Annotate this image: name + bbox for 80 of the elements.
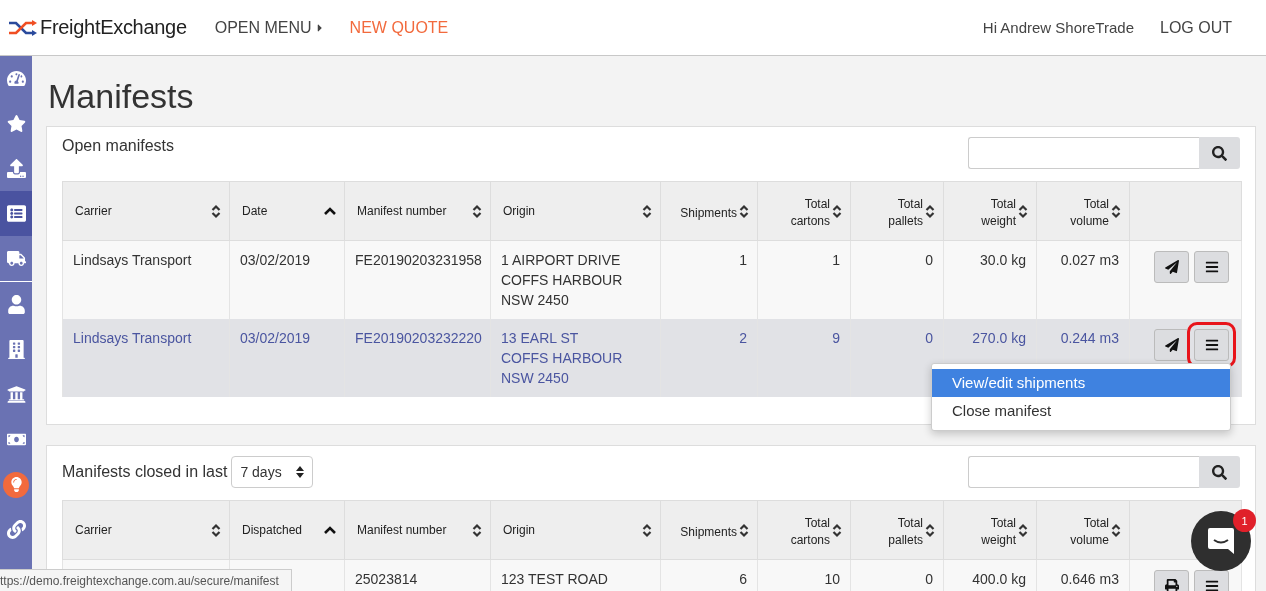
menu-item[interactable]: View/edit shipments bbox=[932, 369, 1230, 397]
table-cell-text: 0.244 m3 bbox=[1059, 329, 1119, 348]
table-cell-text: 0 bbox=[924, 251, 933, 270]
lightbulb-icon bbox=[8, 477, 24, 492]
printer-icon bbox=[1164, 579, 1179, 591]
menu-icon bbox=[1204, 338, 1219, 352]
paper-plane-icon bbox=[1164, 338, 1179, 352]
logo-icon bbox=[8, 19, 38, 36]
table-cell-text: 123 TEST ROAD bbox=[501, 570, 609, 589]
search-field[interactable] bbox=[968, 137, 1199, 169]
page-title: Manifests bbox=[48, 76, 195, 116]
logo-text[interactable]: FreightExchange bbox=[40, 16, 187, 39]
dashboard-icon bbox=[6, 69, 26, 88]
menu-icon bbox=[1204, 579, 1219, 591]
menu-button[interactable] bbox=[1194, 251, 1229, 283]
table-cell-text: NSW 2450 bbox=[501, 369, 570, 388]
spinner-icon bbox=[295, 465, 304, 479]
table-cell-text: 03/02/2019 bbox=[240, 329, 312, 348]
table-cell-text: COFFS HARBOUR bbox=[501, 349, 624, 368]
search-button[interactable] bbox=[1199, 137, 1240, 169]
nav-link[interactable]: OPEN MENU bbox=[214, 18, 326, 37]
search-field[interactable] bbox=[968, 456, 1199, 488]
table-cell-text: 400.0 kg bbox=[971, 570, 1026, 589]
search-icon bbox=[1212, 145, 1227, 161]
truck-icon bbox=[6, 249, 26, 268]
column-header[interactable]: Shipments bbox=[680, 204, 737, 222]
greeting-text: Hi Andrew ShoreTrade bbox=[982, 19, 1134, 36]
table-cell-text: 1 AIRPORT DRIVE bbox=[501, 251, 622, 270]
table-cell-text: 1 bbox=[738, 251, 747, 270]
search-icon bbox=[1212, 464, 1227, 480]
table-cell-text: 0 bbox=[924, 329, 933, 348]
table-cell-text: 0.646 m3 bbox=[1059, 570, 1119, 589]
paper-plane-icon bbox=[1164, 260, 1179, 274]
table-cell-text: 0.027 m3 bbox=[1059, 251, 1119, 270]
table-cell-text: 2 bbox=[738, 329, 747, 348]
column-header[interactable]: Date bbox=[242, 202, 268, 220]
table-cell-text: FE20190203232220 bbox=[355, 329, 480, 348]
column-header[interactable]: Manifest number bbox=[357, 521, 447, 539]
table-cell-text: 10 bbox=[823, 570, 840, 589]
table-cell-text: Lindsays Transport bbox=[73, 329, 193, 348]
list-icon bbox=[6, 204, 26, 223]
column-header[interactable]: Carrier bbox=[75, 202, 112, 220]
table-cell-text: 30.0 kg bbox=[979, 251, 1026, 270]
table-cell-text: 13 EARL ST bbox=[501, 329, 580, 348]
column-header[interactable]: Origin bbox=[503, 202, 535, 220]
menu-item[interactable]: Close manifest bbox=[932, 397, 1230, 425]
star-icon bbox=[6, 114, 26, 133]
link-icon bbox=[6, 520, 26, 539]
chat-icon bbox=[1207, 527, 1235, 555]
user-icon bbox=[6, 295, 26, 314]
column-header[interactable]: Carrier bbox=[75, 521, 112, 539]
table-cell-text: 1 bbox=[831, 251, 840, 270]
table-cell-text: FE20190203231958 bbox=[355, 251, 480, 270]
search-button[interactable] bbox=[1199, 456, 1240, 488]
column-header[interactable]: Manifest number bbox=[357, 202, 447, 220]
table-cell-text: 0 bbox=[924, 570, 933, 589]
panel-title: Manifests closed in last bbox=[62, 463, 228, 481]
table-cell-text: Lindsays Transport bbox=[73, 251, 193, 270]
table-cell-text: 6 bbox=[738, 570, 747, 589]
table-cell-text: 03/02/2019 bbox=[240, 251, 312, 270]
sidebar-item[interactable] bbox=[0, 191, 32, 236]
menu-icon bbox=[1204, 260, 1219, 274]
table-cell-text: 25023814 bbox=[355, 570, 419, 589]
upload-icon bbox=[6, 159, 26, 178]
column-header[interactable]: Dispatched bbox=[242, 521, 303, 539]
table-row[interactable]: Lindsays Transport 03/02/2019 FE20190203231958 1 AIRPORT DRIVE COFFS HARBOUR NSW 2450 1 1 0 30.0 kg 0.027 m3 bbox=[62, 240, 1242, 319]
table-cell-text: 9 bbox=[831, 329, 840, 348]
status-url: ttps://demo.freightexchange.com.au/secure/manifest bbox=[0, 569, 292, 591]
table-cell-text: COFFS HARBOUR bbox=[501, 271, 624, 290]
column-header[interactable]: Origin bbox=[503, 521, 535, 539]
bank-icon bbox=[6, 385, 26, 404]
send-button[interactable] bbox=[1154, 251, 1189, 283]
column-header[interactable]: Shipments bbox=[680, 523, 737, 541]
panel-title: Open manifests bbox=[62, 137, 175, 155]
building-icon bbox=[6, 340, 26, 359]
table-cell-text: 270.0 kg bbox=[971, 329, 1026, 348]
period-select[interactable]: 7 days bbox=[231, 456, 313, 488]
logout-link[interactable]: LOG OUT bbox=[1160, 18, 1232, 37]
table-cell-text: NSW 2450 bbox=[501, 291, 570, 310]
send-button[interactable] bbox=[1154, 329, 1189, 361]
